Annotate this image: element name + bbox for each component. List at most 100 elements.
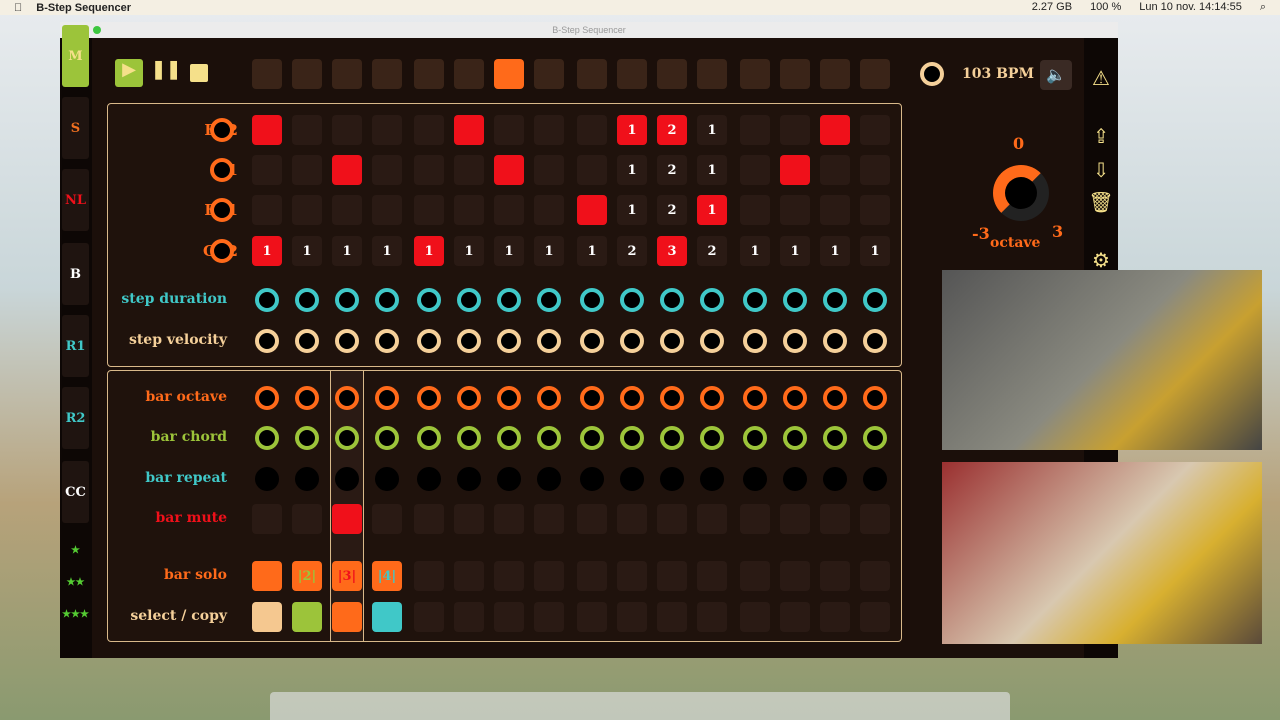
trash-icon[interactable]: 🗑 bbox=[1084, 190, 1118, 214]
bar-repeat-knob[interactable] bbox=[823, 467, 847, 491]
bar-mute-cell[interactable] bbox=[860, 504, 890, 534]
bar-repeat-knob[interactable] bbox=[743, 467, 767, 491]
bar-octave-knob[interactable] bbox=[863, 386, 887, 410]
bar-mute-cell[interactable] bbox=[657, 504, 687, 534]
bar-mute-cell[interactable] bbox=[577, 504, 607, 534]
step-duration-knob[interactable] bbox=[375, 288, 399, 312]
bar-mute-cell[interactable] bbox=[292, 504, 322, 534]
step-cell[interactable] bbox=[577, 155, 607, 185]
sidebar-button-R1[interactable]: R1 bbox=[62, 315, 89, 377]
bar-octave-knob[interactable] bbox=[823, 386, 847, 410]
bar-select-cell[interactable] bbox=[252, 602, 282, 632]
bar-mute-cell[interactable] bbox=[454, 504, 484, 534]
sidebar-button-stars-3[interactable]: ★★★ bbox=[62, 603, 89, 625]
bar-chord-knob[interactable] bbox=[417, 426, 441, 450]
bar-octave-knob[interactable] bbox=[417, 386, 441, 410]
step-cell[interactable] bbox=[740, 115, 770, 145]
stop-button[interactable] bbox=[190, 64, 208, 82]
bar-chord-knob[interactable] bbox=[863, 426, 887, 450]
step-duration-knob[interactable] bbox=[620, 288, 644, 312]
bar-solo-cell[interactable]: |4| bbox=[372, 561, 402, 591]
bar-repeat-knob[interactable] bbox=[255, 467, 279, 491]
step-cell[interactable]: 1 bbox=[697, 115, 727, 145]
step-duration-knob[interactable] bbox=[660, 288, 684, 312]
bar-repeat-knob[interactable] bbox=[700, 467, 724, 491]
bar-solo-cell[interactable]: |3| bbox=[332, 561, 362, 591]
bar-solo-cell[interactable]: |2| bbox=[292, 561, 322, 591]
pause-button[interactable]: ❚❚ bbox=[151, 59, 181, 87]
bar-select-cell[interactable] bbox=[860, 602, 890, 632]
bar-mute-cell[interactable] bbox=[617, 504, 647, 534]
bar-solo-cell[interactable] bbox=[740, 561, 770, 591]
step-cell[interactable]: 1 bbox=[697, 195, 727, 225]
step-cell[interactable]: 1 bbox=[252, 236, 282, 266]
step-cell[interactable]: 1 bbox=[860, 236, 890, 266]
bar-solo-cell[interactable] bbox=[454, 561, 484, 591]
step-cell[interactable]: 2 bbox=[657, 155, 687, 185]
step-cell[interactable]: 2 bbox=[657, 115, 687, 145]
step-cell[interactable] bbox=[252, 155, 282, 185]
bar-octave-knob[interactable] bbox=[375, 386, 399, 410]
bar-select-cell[interactable] bbox=[657, 602, 687, 632]
bar-select-cell[interactable] bbox=[414, 602, 444, 632]
step-cell[interactable]: 1 bbox=[740, 236, 770, 266]
download-icon[interactable]: ⇩ bbox=[1084, 158, 1118, 182]
step-cell[interactable] bbox=[414, 155, 444, 185]
step-cell[interactable] bbox=[454, 115, 484, 145]
step-velocity-knob[interactable] bbox=[335, 329, 359, 353]
bar-repeat-knob[interactable] bbox=[620, 467, 644, 491]
step-velocity-knob[interactable] bbox=[417, 329, 441, 353]
step-velocity-knob[interactable] bbox=[700, 329, 724, 353]
bar-repeat-knob[interactable] bbox=[863, 467, 887, 491]
bar-repeat-knob[interactable] bbox=[580, 467, 604, 491]
bar-mute-cell[interactable] bbox=[372, 504, 402, 534]
step-cell[interactable] bbox=[740, 155, 770, 185]
bar-mute-cell[interactable] bbox=[332, 504, 362, 534]
step-cell[interactable] bbox=[860, 115, 890, 145]
step-velocity-knob[interactable] bbox=[863, 329, 887, 353]
sidebar-button-CC[interactable]: CC bbox=[62, 461, 89, 523]
bar-solo-cell[interactable] bbox=[860, 561, 890, 591]
play-button[interactable]: ▶ bbox=[115, 59, 143, 87]
bar-chord-knob[interactable] bbox=[823, 426, 847, 450]
step-cell[interactable] bbox=[292, 115, 322, 145]
step-cell[interactable] bbox=[252, 195, 282, 225]
step-cell[interactable] bbox=[454, 195, 484, 225]
sidebar-button-NL[interactable]: NL bbox=[62, 169, 89, 231]
settings-icon[interactable]: ⚙ bbox=[1084, 248, 1118, 272]
bar-select-cell[interactable] bbox=[780, 602, 810, 632]
step-duration-knob[interactable] bbox=[580, 288, 604, 312]
step-cell[interactable]: 1 bbox=[534, 236, 564, 266]
bar-octave-knob[interactable] bbox=[497, 386, 521, 410]
step-cell[interactable]: 1 bbox=[577, 236, 607, 266]
step-duration-knob[interactable] bbox=[783, 288, 807, 312]
step-cell[interactable]: 1 bbox=[820, 236, 850, 266]
bar-repeat-knob[interactable] bbox=[457, 467, 481, 491]
step-cell[interactable] bbox=[820, 155, 850, 185]
upload-icon[interactable]: ⇪ bbox=[1084, 124, 1118, 148]
bar-select-cell[interactable] bbox=[332, 602, 362, 632]
step-cell[interactable] bbox=[860, 155, 890, 185]
step-cell[interactable] bbox=[454, 155, 484, 185]
step-cell[interactable] bbox=[332, 195, 362, 225]
step-cell[interactable]: 1 bbox=[494, 236, 524, 266]
bar-chord-knob[interactable] bbox=[660, 426, 684, 450]
bar-chord-knob[interactable] bbox=[497, 426, 521, 450]
bar-chord-knob[interactable] bbox=[295, 426, 319, 450]
step-cell[interactable]: 2 bbox=[657, 195, 687, 225]
bar-octave-knob[interactable] bbox=[295, 386, 319, 410]
bar-repeat-knob[interactable] bbox=[660, 467, 684, 491]
bar-repeat-knob[interactable] bbox=[783, 467, 807, 491]
step-velocity-knob[interactable] bbox=[375, 329, 399, 353]
step-velocity-knob[interactable] bbox=[457, 329, 481, 353]
bar-octave-knob[interactable] bbox=[580, 386, 604, 410]
bar-select-cell[interactable] bbox=[454, 602, 484, 632]
step-duration-knob[interactable] bbox=[497, 288, 521, 312]
apple-icon[interactable]:  bbox=[14, 2, 22, 14]
step-cell[interactable] bbox=[372, 115, 402, 145]
step-cell[interactable]: 1 bbox=[617, 155, 647, 185]
bar-mute-cell[interactable] bbox=[697, 504, 727, 534]
track-octave-knob[interactable] bbox=[210, 239, 234, 263]
step-duration-knob[interactable] bbox=[743, 288, 767, 312]
zoom-button[interactable] bbox=[93, 26, 101, 34]
